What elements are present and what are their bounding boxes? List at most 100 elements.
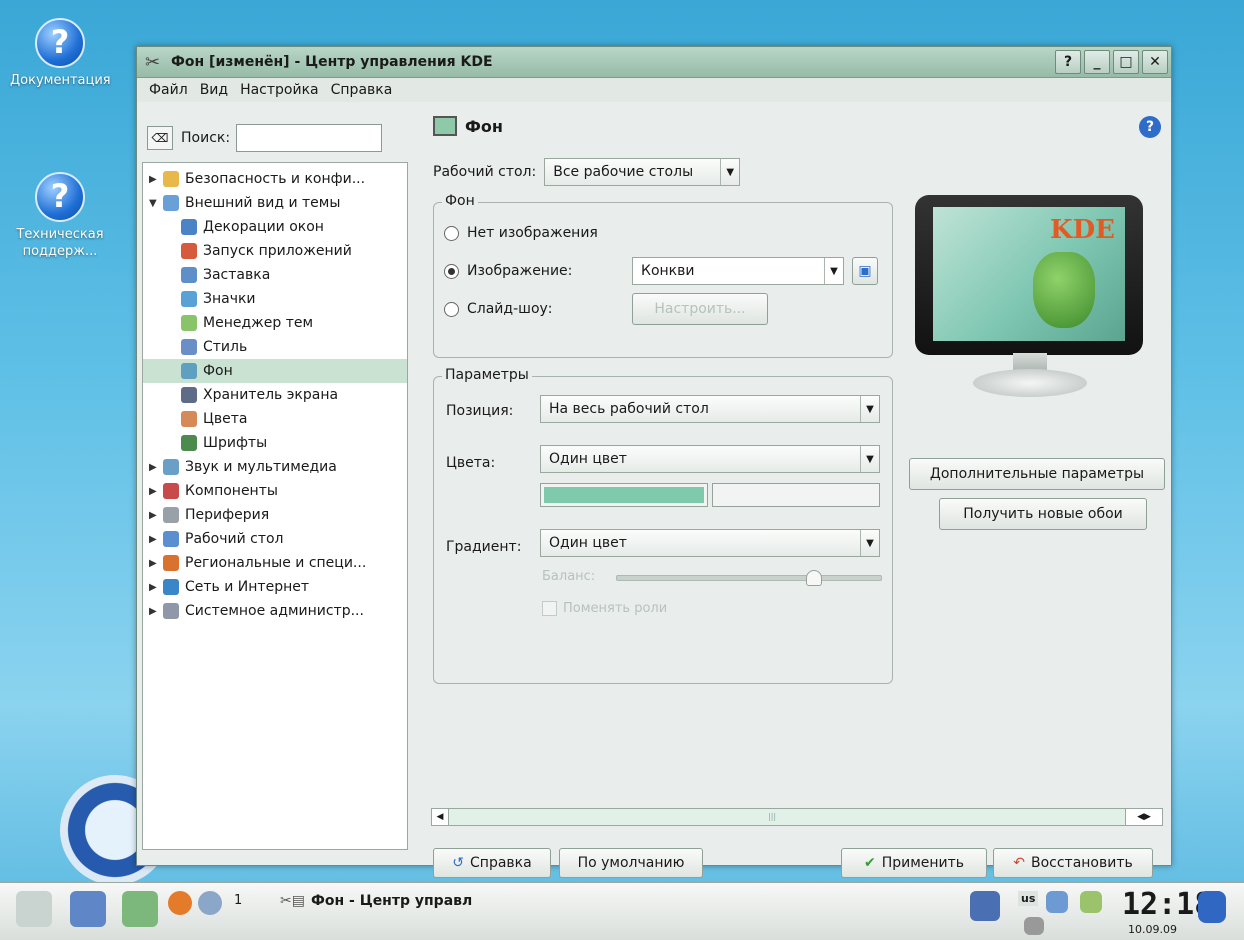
help-button[interactable]: ↺ Справка	[433, 848, 551, 878]
maximize-button[interactable]: □	[1113, 50, 1139, 74]
menu-settings[interactable]: Настройка	[240, 82, 319, 98]
wallpaper-preview: KDE	[915, 195, 1143, 401]
minimize-button[interactable]: _	[1084, 50, 1110, 74]
volume-icon[interactable]	[1024, 917, 1044, 935]
network-icon[interactable]	[1046, 891, 1068, 913]
slider-thumb[interactable]	[806, 570, 822, 586]
parameters-group-title: Параметры	[442, 367, 532, 383]
menu-view[interactable]: Вид	[200, 82, 228, 98]
desktop-label: Рабочий стол:	[433, 164, 537, 180]
radio-button[interactable]	[444, 225, 459, 241]
tree-item[interactable]: Заставка	[143, 263, 407, 287]
browse-image-button[interactable]: ▣	[852, 257, 878, 285]
chevron-right-icon[interactable]: ▶	[149, 534, 163, 545]
chevron-right-icon[interactable]: ▶	[149, 486, 163, 497]
menu-help[interactable]: Справка	[331, 82, 393, 98]
browser-icon[interactable]	[198, 891, 222, 915]
help-title-button[interactable]: ?	[1055, 50, 1081, 74]
chevron-right-icon[interactable]: ▶	[149, 510, 163, 521]
tree-item[interactable]: ▶ Рабочий стол	[143, 527, 407, 551]
keyboard-layout[interactable]: us	[1018, 891, 1039, 906]
primary-color-button[interactable]	[540, 483, 708, 507]
tree-item[interactable]: ▶ Сеть и Интернет	[143, 575, 407, 599]
background-icon	[181, 363, 197, 379]
tree-item[interactable]: Стиль	[143, 335, 407, 359]
tree-item[interactable]: Запуск приложений	[143, 239, 407, 263]
clipboard-icon[interactable]	[1080, 891, 1102, 913]
radio-slideshow[interactable]: Слайд-шоу:	[444, 301, 553, 317]
get-new-wallpapers-button[interactable]: Получить новые обои	[939, 498, 1147, 530]
tree-item[interactable]: Шрифты	[143, 431, 407, 455]
balance-slider[interactable]	[616, 570, 882, 586]
checkbox[interactable]	[542, 601, 557, 616]
secondary-color-button[interactable]	[712, 483, 880, 507]
firefox-icon[interactable]	[168, 891, 192, 915]
tree-item[interactable]: Хранитель экрана	[143, 383, 407, 407]
save-icon[interactable]	[970, 891, 1000, 921]
desktop-icon-documentation[interactable]: ? Документация	[10, 18, 111, 89]
menu-file[interactable]: Файл	[149, 82, 188, 98]
radio-button[interactable]	[444, 263, 459, 279]
tree-item[interactable]: ▶ Региональные и специ...	[143, 551, 407, 575]
desktop-select[interactable]: Все рабочие столы ▼	[544, 158, 741, 186]
taskbar: 1 ✂▤ Фон - Центр управл us 12:18 10.09.0…	[0, 882, 1244, 940]
desktop-icon	[163, 531, 179, 547]
titlebar[interactable]: ✂ Фон [изменён] - Центр управления KDE ?…	[137, 47, 1171, 78]
tree-item[interactable]: ▼ Внешний вид и темы	[143, 191, 407, 215]
image-select[interactable]: Конкви ▼	[632, 257, 844, 285]
close-button[interactable]: ✕	[1142, 50, 1168, 74]
chevron-right-icon[interactable]: ▶	[149, 558, 163, 569]
tree-item[interactable]: Менеджер тем	[143, 311, 407, 335]
tree-item[interactable]: ▶ Периферия	[143, 503, 407, 527]
tree-item[interactable]: Значки	[143, 287, 407, 311]
parameters-group: Параметры Позиция: На весь рабочий стол …	[433, 367, 893, 684]
scroll-left-icon[interactable]: ◀	[432, 809, 449, 825]
chevron-down-icon[interactable]: ▼	[149, 198, 163, 209]
radio-image[interactable]: Изображение:	[444, 263, 572, 279]
horizontal-scrollbar[interactable]: ◀ ||| ◀▶	[431, 808, 1163, 826]
tree-item[interactable]: Цвета	[143, 407, 407, 431]
image-select-value: Конкви	[641, 263, 695, 279]
tree-item[interactable]: ▶ Звук и мультимедиа	[143, 455, 407, 479]
tree-item[interactable]: ▶ Компоненты	[143, 479, 407, 503]
scroll-arrows-icon[interactable]: ◀▶	[1125, 809, 1162, 825]
advanced-options-button[interactable]: Дополнительные параметры	[909, 458, 1165, 490]
chevron-right-icon[interactable]: ▶	[149, 462, 163, 473]
help-icon[interactable]: ?	[1139, 116, 1161, 138]
desktop-icon-label: Документация	[10, 73, 111, 88]
chevron-right-icon[interactable]: ▶	[149, 606, 163, 617]
desktop-icon-support[interactable]: ? Техническая поддерж...	[10, 172, 110, 260]
date: 10.09.09	[1128, 923, 1177, 936]
clear-search-icon[interactable]: ⌫	[147, 126, 173, 150]
colors-select[interactable]: Один цвет ▼	[540, 445, 880, 473]
tree-item-label: Внешний вид и темы	[185, 195, 341, 211]
configure-slideshow-button[interactable]: Настроить...	[632, 293, 768, 325]
apply-button[interactable]: ✔ Применить	[841, 848, 987, 878]
tree-item[interactable]: ▶ Безопасность и конфи...	[143, 167, 407, 191]
defaults-button[interactable]: По умолчанию	[559, 848, 703, 878]
chevron-right-icon[interactable]: ▶	[149, 582, 163, 593]
desktop-number[interactable]: 1	[234, 893, 242, 908]
tree-item-label: Шрифты	[203, 435, 268, 451]
quicklaunch-icon[interactable]	[122, 891, 158, 927]
trash-icon[interactable]	[1198, 891, 1226, 923]
chevron-down-icon: ▼	[824, 258, 843, 284]
colors-select-value: Один цвет	[549, 451, 627, 467]
tree-item[interactable]: Декорации окон	[143, 215, 407, 239]
tree-item[interactable]: Фон	[143, 359, 407, 383]
swap-roles-checkbox[interactable]: Поменять роли	[542, 601, 667, 616]
search-input[interactable]	[236, 124, 383, 152]
radio-no-image[interactable]: Нет изображения	[444, 225, 598, 241]
tree-item[interactable]: ▶ Системное администр...	[143, 599, 407, 623]
chevron-right-icon[interactable]: ▶	[149, 174, 163, 185]
gradient-select[interactable]: Один цвет ▼	[540, 529, 880, 557]
position-select[interactable]: На весь рабочий стол ▼	[540, 395, 880, 423]
undo-icon: ↶	[1013, 855, 1025, 871]
desktop-row: Рабочий стол: Все рабочие столы ▼	[433, 158, 741, 186]
radio-button[interactable]	[444, 301, 459, 317]
kde-menu-icon[interactable]	[16, 891, 52, 927]
main-panel: Фон ? Рабочий стол: Все рабочие столы ▼ …	[427, 102, 1171, 878]
task-control-center[interactable]: ✂▤ Фон - Центр управл	[280, 893, 472, 909]
reset-button[interactable]: ↶ Восстановить	[993, 848, 1153, 878]
show-desktop-icon[interactable]	[70, 891, 106, 927]
